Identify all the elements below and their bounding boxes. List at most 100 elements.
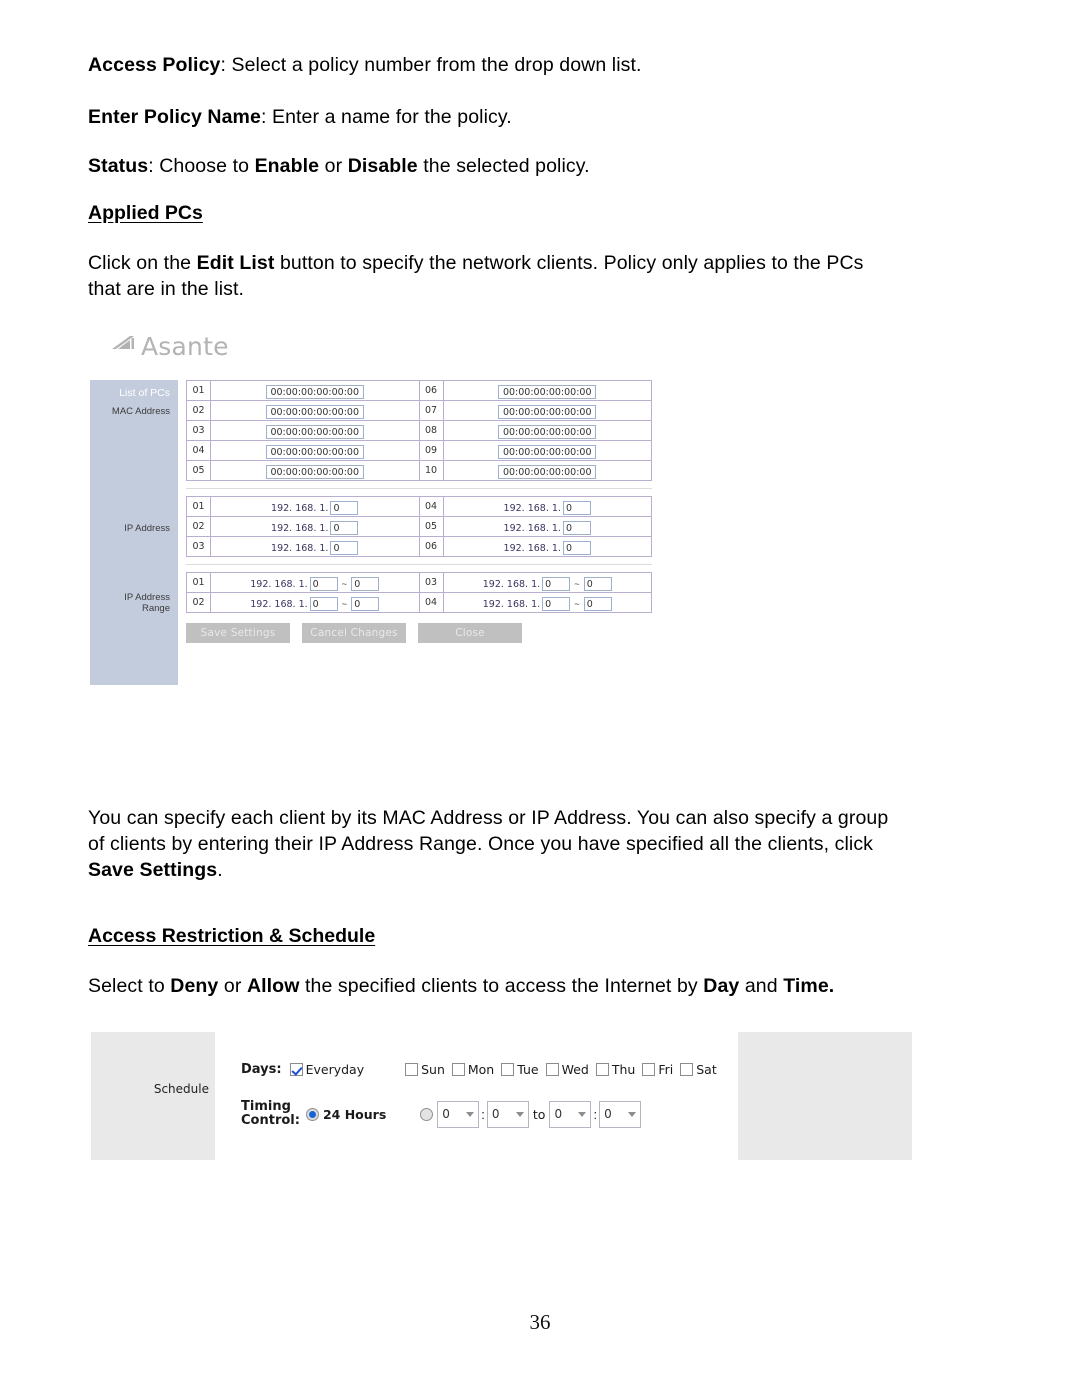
paragraph-specify-clients-pre: You can specify each client by its MAC A… xyxy=(88,807,889,855)
term-time: Time. xyxy=(783,975,835,997)
checkbox-sat[interactable]: Sat xyxy=(680,1062,717,1077)
term-edit-list: Edit List xyxy=(196,252,275,274)
mac-address-input[interactable]: 00:00:00:00:00:00 xyxy=(498,404,597,419)
paragraph-deny-allow-or: or xyxy=(218,975,247,997)
ip-row-index: 04 xyxy=(418,496,444,517)
mac-address-input[interactable]: 00:00:00:00:00:00 xyxy=(498,424,597,439)
divider xyxy=(186,564,652,565)
checkbox-wed[interactable]: Wed xyxy=(545,1062,589,1077)
ip-prefix: 192. 168. 1. xyxy=(271,502,329,514)
checkbox-sun[interactable]: Sun xyxy=(405,1062,445,1077)
mac-address-input[interactable]: 00:00:00:00:00:00 xyxy=(265,424,364,439)
time-from-hour-dropdown[interactable]: 0 xyxy=(437,1100,480,1128)
time-to-minute-dropdown[interactable]: 0 xyxy=(599,1100,642,1128)
ip-field-cell: 192. 168. 1. 0 xyxy=(442,496,652,517)
paragraph-policy-name: Enter Policy Name: Enter a name for the … xyxy=(88,104,898,130)
ip-octet-input[interactable]: 0 xyxy=(330,501,359,515)
mac-field-cell: 00:00:00:00:00:00 xyxy=(210,440,420,461)
paragraph-specify-clients-end: . xyxy=(217,859,223,881)
ip-octet-input[interactable]: 0 xyxy=(330,521,359,535)
table-row: 02 192. 168. 1. 0 ~ 0 04 192. 168. 1. 0 … xyxy=(186,592,652,613)
range-from-input[interactable]: 0 xyxy=(309,597,338,611)
checkbox-wed-box-icon[interactable] xyxy=(545,1063,559,1076)
paragraph-status-or: or xyxy=(319,155,348,177)
mac-address-input[interactable]: 00:00:00:00:00:00 xyxy=(265,444,364,459)
mac-row-index: 06 xyxy=(418,380,444,401)
checkbox-wed-label: Wed xyxy=(561,1062,589,1077)
checkbox-tue-box-icon[interactable] xyxy=(501,1063,515,1076)
mac-address-input[interactable]: 00:00:00:00:00:00 xyxy=(265,384,364,399)
range-to-input[interactable]: 0 xyxy=(351,597,380,611)
ip-octet-input[interactable]: 0 xyxy=(562,521,591,535)
checkbox-fri-box-icon[interactable] xyxy=(642,1063,656,1076)
range-to-input[interactable]: 0 xyxy=(583,597,612,611)
mac-field-cell: 00:00:00:00:00:00 xyxy=(210,400,420,421)
mac-address-input[interactable]: 00:00:00:00:00:00 xyxy=(265,464,364,479)
ip-row-index: 05 xyxy=(418,516,444,537)
time-to-hour-value: 0 xyxy=(554,1107,563,1121)
ip-field-cell: 192. 168. 1. 0 xyxy=(210,536,420,557)
ip-prefix: 192. 168. 1. xyxy=(482,578,541,590)
checkbox-tue[interactable]: Tue xyxy=(501,1062,539,1077)
checkbox-thu-box-icon[interactable] xyxy=(595,1063,609,1076)
checkbox-mon[interactable]: Mon xyxy=(451,1062,495,1077)
ip-octet-input[interactable]: 0 xyxy=(330,541,359,555)
mac-address-input[interactable]: 00:00:00:00:00:00 xyxy=(498,464,597,479)
radio-time-range-icon[interactable] xyxy=(420,1107,434,1121)
checkbox-thu[interactable]: Thu xyxy=(595,1062,635,1077)
timing-control-label: Timing Control: xyxy=(241,1100,300,1128)
table-row: 01 192. 168. 1. 0 ~ 0 03 192. 168. 1. 0 … xyxy=(186,572,652,593)
save-settings-button[interactable]: Save Settings xyxy=(186,623,290,643)
paragraph-specify-clients: You can specify each client by its MAC A… xyxy=(88,805,898,883)
checkbox-sun-box-icon[interactable] xyxy=(405,1063,419,1076)
paragraph-deny-allow: Select to Deny or Allow the specified cl… xyxy=(88,973,918,999)
checkbox-mon-label: Mon xyxy=(467,1062,495,1077)
schedule-days-row: Days: Everyday Sun Mon Tue Wed Thu Fri S… xyxy=(241,1062,724,1077)
asante-mark-icon xyxy=(110,334,136,359)
mac-address-input[interactable]: 00:00:00:00:00:00 xyxy=(498,444,597,459)
table-row: 02 00:00:00:00:00:00 07 00:00:00:00:00:0… xyxy=(186,400,652,421)
ip-row-index: 02 xyxy=(186,516,211,537)
mac-row-index: 01 xyxy=(186,380,211,401)
range-from-input[interactable]: 0 xyxy=(542,597,571,611)
range-from-input[interactable]: 0 xyxy=(309,577,338,591)
mac-address-input[interactable]: 00:00:00:00:00:00 xyxy=(498,384,597,399)
term-allow: Allow xyxy=(246,975,300,997)
radio-24-hours-label: 24 Hours xyxy=(322,1106,387,1122)
chevron-down-icon xyxy=(466,1111,475,1117)
mac-row-index: 07 xyxy=(418,400,444,421)
time-from-minute-dropdown[interactable]: 0 xyxy=(486,1100,529,1128)
radio-24-hours[interactable]: 24 Hours xyxy=(305,1106,387,1122)
range-to-input[interactable]: 0 xyxy=(351,577,380,591)
ip-octet-input[interactable]: 0 xyxy=(562,501,591,515)
time-to-hour-dropdown[interactable]: 0 xyxy=(549,1100,592,1128)
paragraph-status-mid: : Choose to xyxy=(148,155,255,177)
checkbox-everyday-box-icon[interactable] xyxy=(289,1063,303,1076)
checkbox-mon-box-icon[interactable] xyxy=(451,1063,465,1076)
mac-row-index: 03 xyxy=(186,420,211,441)
checkbox-sat-box-icon[interactable] xyxy=(680,1063,694,1076)
chevron-down-icon xyxy=(515,1111,524,1117)
paragraph-status-end: the selected policy. xyxy=(417,155,590,177)
radio-24-hours-icon[interactable] xyxy=(305,1107,319,1121)
mac-field-cell: 00:00:00:00:00:00 xyxy=(210,460,420,481)
timing-control-label-line1: Timing xyxy=(241,1099,291,1114)
chevron-down-icon xyxy=(628,1111,637,1117)
mac-field-cell: 00:00:00:00:00:00 xyxy=(442,460,652,481)
close-button[interactable]: Close xyxy=(418,623,522,643)
paragraph-access-policy: Access Policy: Select a policy number fr… xyxy=(88,52,898,78)
ip-octet-input[interactable]: 0 xyxy=(562,541,591,555)
schedule-controls-panel: Days: Everyday Sun Mon Tue Wed Thu Fri S… xyxy=(215,1032,738,1160)
cancel-changes-button[interactable]: Cancel Changes xyxy=(302,623,406,643)
checkbox-fri[interactable]: Fri xyxy=(642,1062,673,1077)
ip-address-table: 01 192. 168. 1. 0 04 192. 168. 1. 0 02 1… xyxy=(186,496,652,557)
range-to-input[interactable]: 0 xyxy=(583,577,612,591)
ip-prefix: 192. 168. 1. xyxy=(482,598,541,610)
range-from-input[interactable]: 0 xyxy=(542,577,571,591)
asante-logo: Asante xyxy=(110,332,229,361)
mac-address-input[interactable]: 00:00:00:00:00:00 xyxy=(265,404,364,419)
time-from-colon: : xyxy=(481,1106,485,1122)
term-day: Day xyxy=(703,975,740,997)
mac-field-cell: 00:00:00:00:00:00 xyxy=(442,420,652,441)
checkbox-everyday[interactable]: Everyday xyxy=(289,1062,364,1077)
